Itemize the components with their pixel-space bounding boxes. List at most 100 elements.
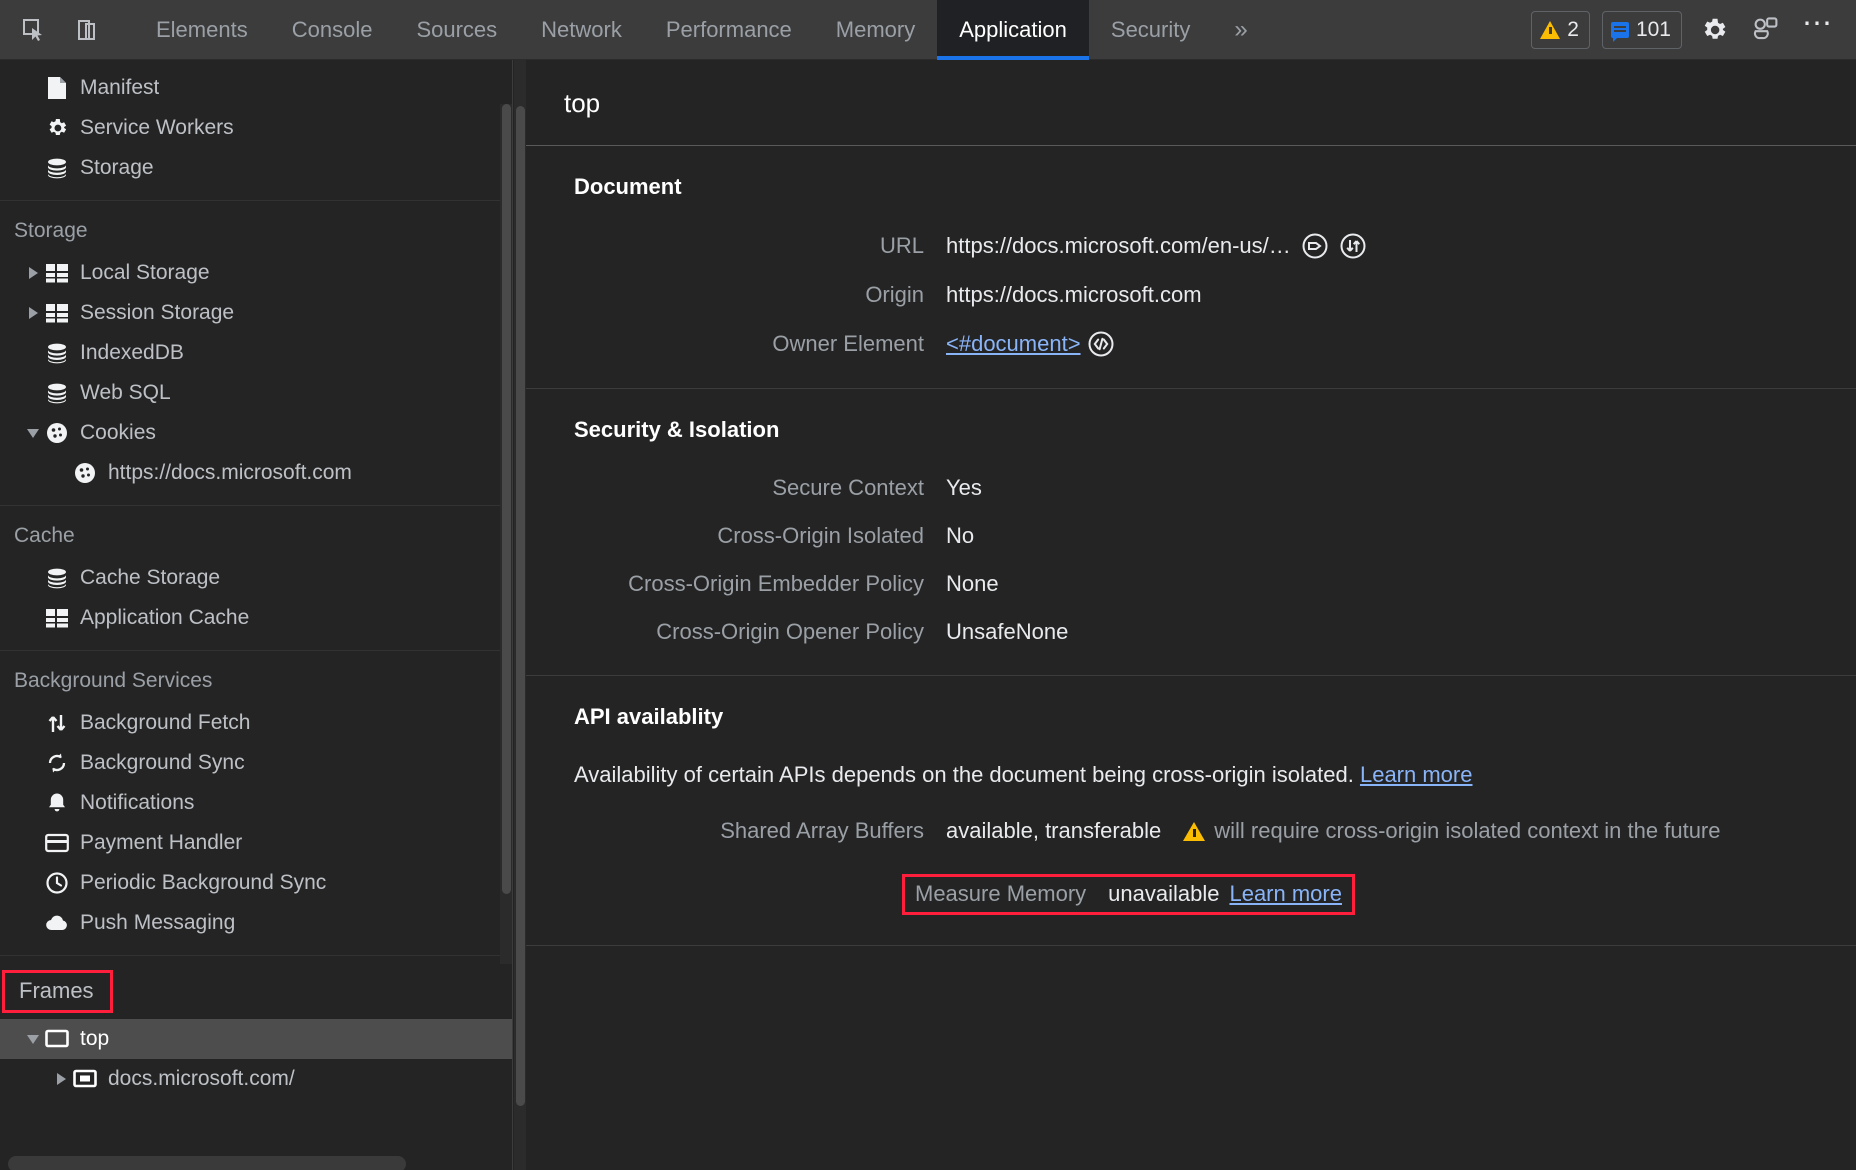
chevron-down-icon[interactable]: [22, 428, 44, 438]
database-icon: [44, 380, 70, 406]
sidebar-group-cache: Cache Cache Storage Application Cache: [0, 506, 512, 638]
tab-elements[interactable]: Elements: [134, 0, 270, 60]
panel-tabs: Elements Console Sources Network Perform…: [134, 0, 1270, 60]
devices-icon[interactable]: [1746, 10, 1786, 50]
chevron-right-icon[interactable]: [22, 307, 44, 319]
more-options-glyph: ⋯: [1802, 6, 1834, 40]
gear-icon[interactable]: [1694, 10, 1734, 50]
message-count-badge[interactable]: 101: [1601, 10, 1682, 49]
code-circle-icon[interactable]: [1087, 330, 1115, 358]
row-value-cross-origin-opener-policy: UnsafeNone: [946, 619, 1069, 644]
sidebar-vertical-scrollbar[interactable]: [500, 104, 512, 964]
sidebar-item-label: Session Storage: [80, 301, 235, 324]
sidebar-item-periodic-background-sync[interactable]: Periodic Background Sync: [0, 863, 512, 903]
toolbar-left-icons: [0, 10, 108, 50]
sidebar-item-label: Manifest: [80, 76, 160, 99]
device-toggle-icon[interactable]: [68, 10, 108, 50]
row-value-cross-origin-isolated: No: [946, 523, 975, 548]
warning-triangle-icon: [1183, 821, 1206, 841]
sidebar-item-label: docs.microsoft.com/: [108, 1067, 295, 1090]
more-tabs-chevron-icon[interactable]: »: [1212, 0, 1269, 60]
measure-memory-learn-more-link[interactable]: Learn more: [1229, 881, 1342, 907]
sidebar-item-label: Cache Storage: [80, 566, 221, 589]
sidebar-group-title-storage: Storage: [14, 219, 88, 242]
sidebar-item-label: Service Workers: [80, 116, 234, 139]
manifest-document-icon: [44, 75, 70, 101]
tab-memory[interactable]: Memory: [814, 0, 937, 60]
api-availability-section: API availablity Availability of certain …: [526, 676, 1856, 946]
api-description-learn-more-link[interactable]: Learn more: [1360, 762, 1473, 787]
chevron-right-icon[interactable]: [22, 267, 44, 279]
sidebar-item-application-cache[interactable]: Application Cache: [0, 598, 512, 638]
row-label-measure-memory: Measure Memory: [915, 881, 1087, 906]
row-url: URL https://docs.microsoft.com/en-us/…: [526, 232, 1856, 260]
sidebar-item-cache-storage[interactable]: Cache Storage: [0, 558, 512, 598]
warning-count-label: 2: [1567, 17, 1579, 41]
tab-application[interactable]: Application: [937, 0, 1089, 60]
measure-memory-value: unavailable: [1108, 881, 1220, 906]
row-cross-origin-opener-policy: Cross-Origin Opener Policy UnsafeNone: [526, 619, 1856, 645]
sidebar-item-payment-handler[interactable]: Payment Handler: [0, 823, 512, 863]
arrows-up-down-icon: [44, 710, 70, 736]
sidebar-item-storage-app[interactable]: Storage: [0, 148, 512, 188]
toolbar-right-controls: 2 101 ⋯: [1531, 0, 1856, 60]
sidebar-item-label: Cookies: [80, 421, 156, 444]
tag-circle-icon[interactable]: [1301, 232, 1329, 260]
api-description-text: Availability of certain APIs depends on …: [574, 762, 1354, 787]
owner-element-link[interactable]: <#document>: [946, 331, 1081, 357]
main-vertical-scrollbar[interactable]: [514, 60, 526, 1170]
tab-performance[interactable]: Performance: [644, 0, 814, 60]
sidebar-item-local-storage[interactable]: Local Storage: [0, 253, 512, 293]
sidebar-item-notifications[interactable]: Notifications: [0, 783, 512, 823]
api-section-title: API availablity: [574, 704, 724, 729]
sidebar-horizontal-scrollbar[interactable]: [8, 1156, 406, 1170]
warning-count-badge[interactable]: 2: [1531, 10, 1590, 49]
sidebar-item-cookie-origin[interactable]: https://docs.microsoft.com: [0, 453, 512, 493]
devtools-toolbar: Elements Console Sources Network Perform…: [0, 0, 1856, 60]
row-origin: Origin https://docs.microsoft.com: [526, 282, 1856, 308]
sidebar-item-session-storage[interactable]: Session Storage: [0, 293, 512, 333]
main-scrollbar-thumb[interactable]: [516, 106, 525, 1106]
warning-triangle-icon: [1540, 20, 1561, 39]
bell-icon: [44, 790, 70, 816]
row-value-cross-origin-embedder-policy: None: [946, 571, 999, 596]
sidebar-item-background-fetch[interactable]: Background Fetch: [0, 703, 512, 743]
tab-console[interactable]: Console: [270, 0, 395, 60]
cookie-icon: [72, 460, 98, 486]
chevron-down-icon[interactable]: [22, 1034, 44, 1044]
row-shared-array-buffers: Shared Array Buffers available, transfer…: [526, 818, 1856, 844]
tab-sources[interactable]: Sources: [394, 0, 519, 60]
database-icon: [44, 155, 70, 181]
sidebar-group-title-cache: Cache: [14, 524, 75, 547]
devtools-window: Elements Console Sources Network Perform…: [0, 0, 1856, 1170]
sidebar-item-label: Periodic Background Sync: [80, 871, 327, 894]
chevron-right-icon[interactable]: [50, 1073, 72, 1085]
row-measure-memory: Measure Memory unavailable Learn more: [526, 874, 1856, 915]
database-icon: [44, 565, 70, 591]
sidebar-item-cookies[interactable]: Cookies: [0, 413, 512, 453]
cloud-icon: [44, 910, 70, 936]
tab-security[interactable]: Security: [1089, 0, 1212, 60]
sidebar-item-label: Background Sync: [80, 751, 245, 774]
inspect-cursor-icon[interactable]: [14, 10, 54, 50]
sidebar-group-background-services: Background Services Background Fetch Bac…: [0, 651, 512, 943]
more-options-icon[interactable]: ⋯: [1798, 6, 1838, 50]
measure-memory-highlight-box: Measure Memory unavailable Learn more: [902, 874, 1355, 915]
tab-network[interactable]: Network: [519, 0, 644, 60]
document-section-title: Document: [574, 174, 682, 199]
sidebar-group-application: Manifest Service Workers Storage: [0, 68, 512, 188]
sidebar-item-frame-top[interactable]: top: [0, 1019, 512, 1059]
table-icon: [44, 260, 70, 286]
sidebar-item-push-messaging[interactable]: Push Messaging: [0, 903, 512, 943]
sidebar-item-manifest[interactable]: Manifest: [0, 68, 512, 108]
sidebar-item-label: Application Cache: [80, 606, 250, 629]
sidebar-item-web-sql[interactable]: Web SQL: [0, 373, 512, 413]
sidebar-item-service-workers[interactable]: Service Workers: [0, 108, 512, 148]
sidebar-item-background-sync[interactable]: Background Sync: [0, 743, 512, 783]
sidebar-scrollbar-thumb[interactable]: [502, 104, 511, 894]
sidebar-item-indexeddb[interactable]: IndexedDB: [0, 333, 512, 373]
sidebar-item-label: IndexedDB: [80, 341, 184, 364]
download-arrow-circle-icon[interactable]: [1339, 232, 1367, 260]
sidebar-group-frames: Frames top docs.microsoft.com/: [0, 956, 512, 1099]
sidebar-item-frame-docs-microsoft[interactable]: docs.microsoft.com/: [0, 1059, 512, 1099]
